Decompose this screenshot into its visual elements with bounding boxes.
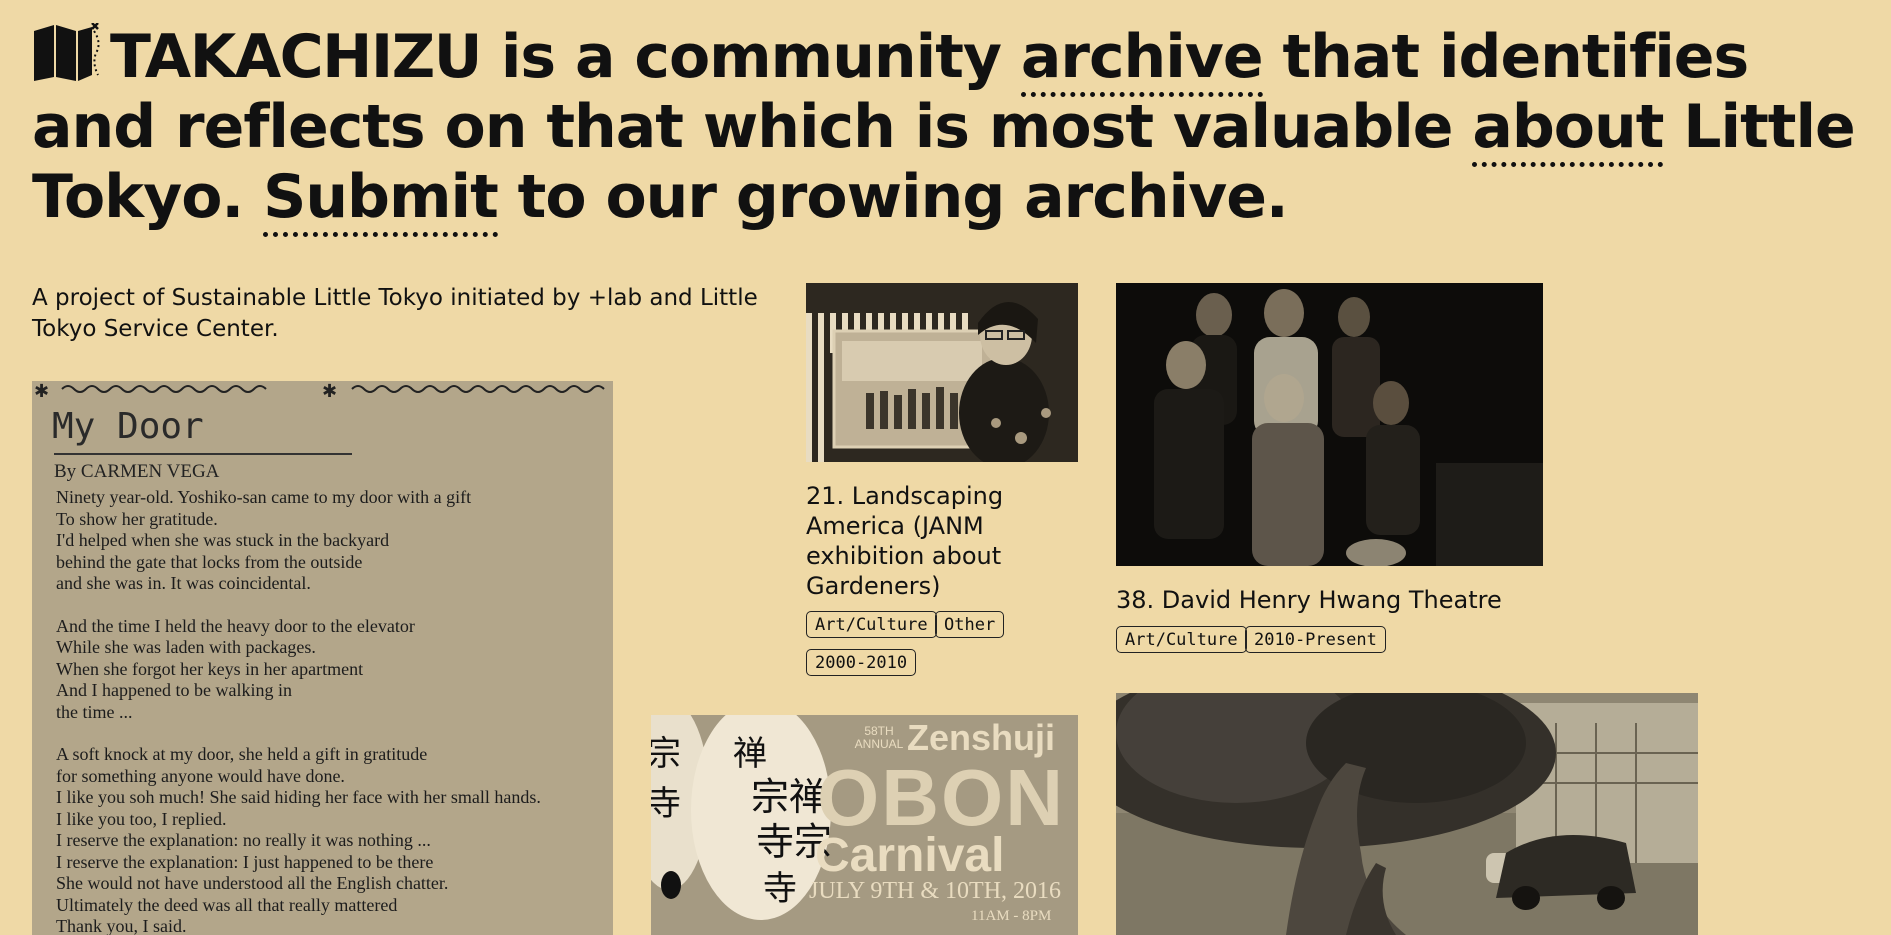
poster-carnival: Carnival <box>815 829 1005 882</box>
poem-line: I like you too, I replied. <box>56 808 227 829</box>
poem-line: When she forgot her keys in her apartmen… <box>56 658 364 679</box>
poem-line: A soft knock at my door, she held a gift… <box>56 744 428 764</box>
poem-line: I'd helped when she was stuck in the bac… <box>56 530 390 550</box>
project-tagline: A project of Sustainable Little Tokyo in… <box>32 285 758 342</box>
folded-map-logo-icon[interactable] <box>32 22 104 83</box>
poem-line: and she was in. It was coincidental. <box>56 573 311 593</box>
svg-text:✱: ✱ <box>34 381 49 401</box>
hero-text-4: to our growing archive. <box>497 162 1289 232</box>
poem-line: Thank you, I said. <box>56 916 187 935</box>
poster-hours: 11AM - 8PM <box>971 908 1052 924</box>
archive-link[interactable]: archive <box>1020 22 1264 97</box>
poem-line: And I happened to be walking in <box>56 680 292 700</box>
poem-title: My Door <box>52 406 204 447</box>
poem-line: for something anyone would have done. <box>56 765 345 786</box>
svg-text:宗禅: 宗禅 <box>751 775 827 819</box>
hero-text-1: is a community <box>480 22 1021 92</box>
obon-carnival-poster-card[interactable]: 宗 寺 禅 宗禅 寺宗 寺 58TH ANNUAL Zenshuji OBON … <box>651 715 1078 935</box>
poem-line: I like you soh much! She said hiding her… <box>56 787 541 807</box>
poem-body: Ninety year-old. Yoshiko-san came to my … <box>56 487 611 935</box>
poem-line: I reserve the explanation: no really it … <box>56 830 431 850</box>
tag-2000-2010[interactable]: 2000-2010 <box>806 649 917 676</box>
svg-text:寺: 寺 <box>763 869 797 909</box>
poem-archive-card[interactable]: ✱ ✱ My Door By CARMEN VEGA Ninety year-o… <box>32 381 613 935</box>
title-rule <box>54 453 352 455</box>
tree-street-photo-card[interactable] <box>1116 693 1698 935</box>
poster-annual: 58TH ANNUAL <box>854 724 904 751</box>
svg-text:宗: 宗 <box>651 734 681 774</box>
poem-line: Ninety year-old. Yoshiko-san came to my … <box>56 487 472 507</box>
theatre-group-photo[interactable] <box>1116 283 1543 566</box>
about-link[interactable]: about <box>1472 92 1664 167</box>
poem-line: the time ... <box>56 701 133 722</box>
poem-line: To show her gratitude. <box>56 508 218 529</box>
poem-line: While she was laden with packages. <box>56 637 316 657</box>
poem-line: Ultimately the deed was all that really … <box>56 894 398 915</box>
tag-art-culture[interactable]: Art/Culture <box>1116 626 1247 653</box>
poem-line: behind the gate that locks from the outs… <box>56 551 363 572</box>
svg-text:✱: ✱ <box>322 381 337 401</box>
poem-author: By CARMEN VEGA <box>54 461 220 482</box>
poem-line: I reserve the explanation: I just happen… <box>56 851 434 872</box>
hero-heading: TAKACHIZU is a community archive that id… <box>32 22 1862 237</box>
poem-line: She would not have understood all the En… <box>56 873 449 893</box>
tag-other[interactable]: Other <box>935 611 1005 638</box>
tag-2010-present[interactable]: 2010-Present <box>1245 626 1386 653</box>
svg-text:禅: 禅 <box>733 734 767 774</box>
decorative-border: ✱ ✱ <box>34 381 605 401</box>
brand-name: TAKACHIZU <box>110 22 482 92</box>
tree-street-photo <box>1116 693 1698 935</box>
archive-card-21[interactable]: 21. Landscaping America (JANM exhibition… <box>806 283 1078 683</box>
svg-text:寺: 寺 <box>651 784 681 824</box>
gardeners-exhibition-photo[interactable] <box>806 283 1078 462</box>
card-title[interactable]: 38. David Henry Hwang Theatre <box>1116 585 1543 615</box>
poster-dates: JULY 9TH & 10TH, 2016 <box>809 878 1062 904</box>
tag-art-culture[interactable]: Art/Culture <box>806 611 937 638</box>
archive-card-38[interactable]: 38. David Henry Hwang Theatre Art/Cultur… <box>1116 283 1543 658</box>
submit-link[interactable]: Submit <box>263 162 499 237</box>
poem-line: And the time I held the heavy door to th… <box>56 615 415 636</box>
card-title[interactable]: 21. Landscaping America (JANM exhibition… <box>806 481 1078 601</box>
